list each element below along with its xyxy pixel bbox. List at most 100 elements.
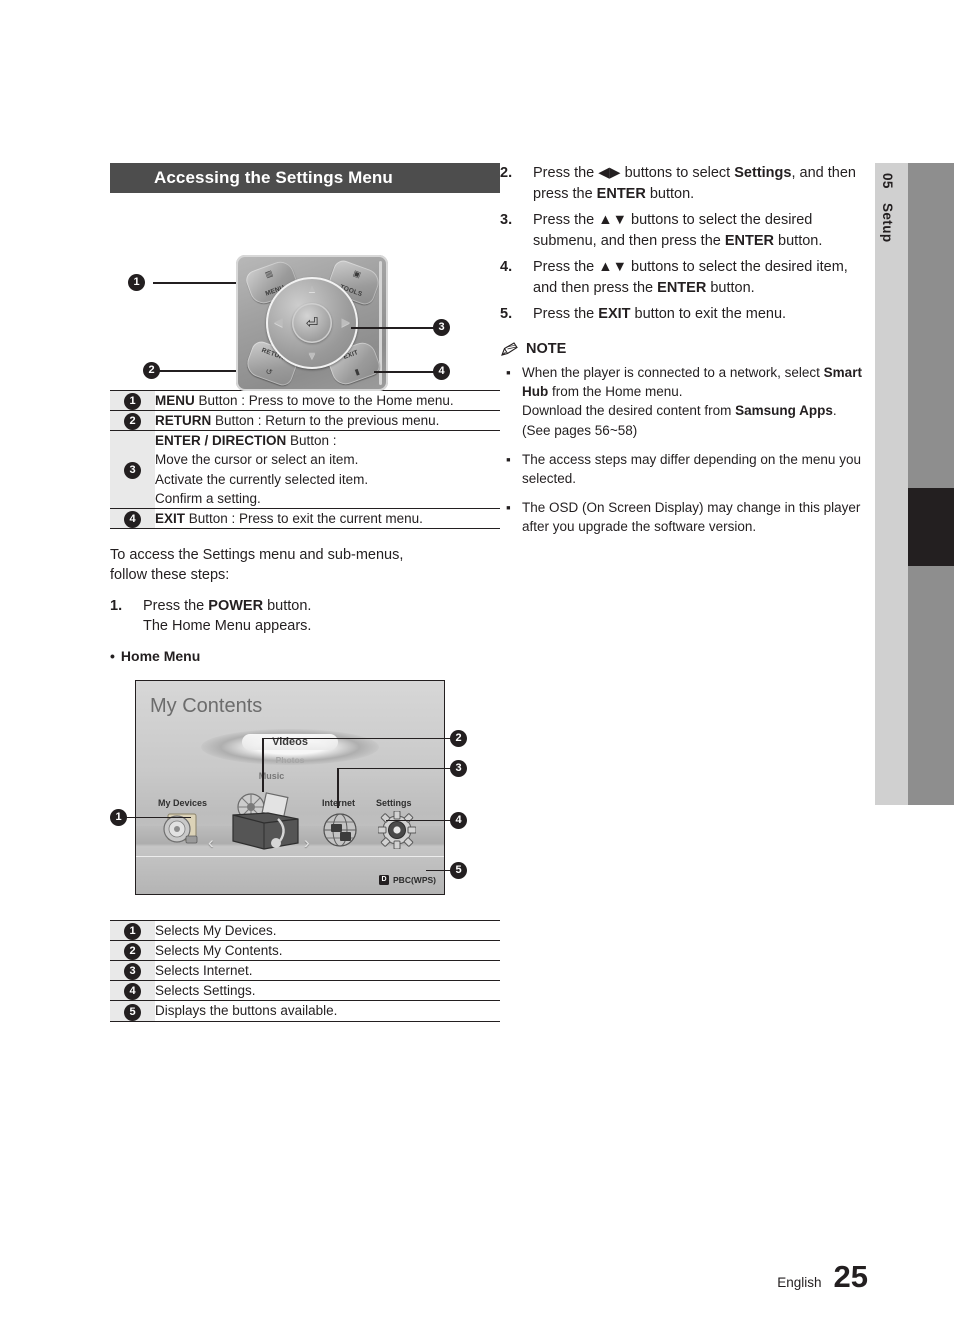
leader-line-3 bbox=[351, 327, 442, 329]
pbc-wps-hint: D PBC(WPS) bbox=[379, 874, 436, 885]
step-number: 5. bbox=[500, 306, 513, 323]
hm-leader-3-h bbox=[337, 767, 452, 770]
hm-leader-2-h bbox=[262, 737, 452, 740]
chapter-number: 05 bbox=[880, 173, 895, 189]
body-text: The access steps may differ depending on… bbox=[522, 451, 861, 486]
step-number: 4. bbox=[500, 259, 513, 276]
note-text: The OSD (On Screen Display) may change i… bbox=[522, 498, 870, 536]
left-column: Accessing the Settings Menu ▥ MENU ▣ TOO… bbox=[110, 163, 500, 1022]
step-item: 4. Press the ▲▼ buttons to select the des… bbox=[500, 257, 870, 298]
body-text: button. bbox=[774, 232, 823, 249]
step-text: Press the ▲▼ buttons to select the desir… bbox=[533, 257, 870, 298]
row-desc: Button : Press to move to the Home menu. bbox=[194, 393, 454, 408]
chevron-left-icon[interactable]: ‹ bbox=[208, 833, 214, 853]
home-item-label-internet: Internet bbox=[322, 797, 356, 808]
chapter-name: Setup bbox=[880, 203, 895, 243]
row-text-cell: Selects Settings. bbox=[155, 980, 500, 1001]
pencil-icon bbox=[501, 341, 518, 356]
contents-box-icon[interactable] bbox=[228, 789, 304, 851]
step-1-number: 1. bbox=[110, 597, 123, 614]
chapter-tab-marker bbox=[908, 488, 954, 566]
arrow-right-icon[interactable]: ▶ bbox=[342, 317, 350, 329]
remote-dpad[interactable]: ▲ ▼ ◀ ▶ ⏎ bbox=[266, 277, 358, 369]
d-key-icon: D bbox=[379, 874, 390, 885]
row-text-cell: MENU Button : Press to move to the Home … bbox=[155, 389, 500, 411]
callout-1: 1 bbox=[124, 922, 141, 940]
globe-icon[interactable] bbox=[322, 812, 358, 848]
body-text: Press the bbox=[533, 212, 599, 229]
home-item-label-settings: Settings bbox=[376, 797, 412, 808]
row-term: MENU bbox=[155, 393, 195, 408]
hm-callout-2: 2 bbox=[450, 729, 467, 747]
arrow-up-icon[interactable]: ▲ bbox=[307, 284, 318, 295]
shelf-edge bbox=[136, 855, 444, 858]
body-text: (See pages 56~58) bbox=[522, 422, 638, 438]
chapter-tab-dark bbox=[908, 163, 954, 805]
table-row: 1 Selects My Devices. bbox=[110, 919, 500, 941]
page-footer: English 25 bbox=[777, 1259, 868, 1295]
body-text: ▲▼ bbox=[598, 212, 627, 229]
table-row: 3 ENTER / DIRECTION Button : Move the cu… bbox=[110, 430, 500, 509]
footer-page-number: 25 bbox=[833, 1259, 868, 1294]
remote-enter-button[interactable]: ⏎ bbox=[292, 303, 332, 343]
table-row: 3 Selects Internet. bbox=[110, 960, 500, 981]
row-term: EXIT bbox=[155, 510, 186, 526]
note-text: The access steps may differ depending on… bbox=[522, 450, 870, 488]
intro-paragraph: To access the Settings menu and sub-menu… bbox=[110, 547, 404, 584]
callout-3: 3 bbox=[433, 319, 450, 336]
callout-1: 1 bbox=[128, 274, 145, 291]
remote-control-diagram: ▥ MENU ▣ TOOLS RETURN ↺ EXIT ▮ ▲ ▼ ◀ ▶ ⏎ bbox=[110, 203, 500, 391]
home-menu-bullet: • Home Menu bbox=[110, 648, 500, 664]
callout-3: 3 bbox=[124, 462, 141, 480]
row-extra-2: Activate the currently selected item. bbox=[155, 471, 369, 487]
callout-3: 3 bbox=[124, 963, 141, 981]
row-text-cell: Selects My Devices. bbox=[155, 919, 500, 941]
home-menu-table: 1 Selects My Devices. 2 Selects My Conte… bbox=[110, 919, 500, 1022]
emphasis-text: ENTER bbox=[657, 279, 707, 296]
hm-callout-1: 1 bbox=[110, 808, 127, 826]
row-callout-cell: 4 bbox=[110, 980, 155, 1001]
hm-callout-3: 3 bbox=[450, 759, 467, 777]
gear-icon[interactable] bbox=[378, 810, 416, 849]
row-text-cell: ENTER / DIRECTION Button : Move the curs… bbox=[155, 430, 500, 509]
callout-5: 5 bbox=[124, 1003, 141, 1021]
leader-line-2 bbox=[153, 370, 236, 372]
note-text: When the player is connected to a networ… bbox=[522, 363, 870, 440]
note-item: ▪ The access steps may differ depending o… bbox=[500, 450, 870, 488]
bullet-dot-icon: • bbox=[110, 647, 115, 664]
arrow-down-icon[interactable]: ▼ bbox=[307, 351, 318, 362]
carousel-item-videos[interactable]: Videos bbox=[242, 733, 338, 750]
callout-4: 4 bbox=[433, 363, 450, 380]
carousel-item-photos[interactable]: Photos bbox=[276, 755, 305, 765]
body-text: Press the bbox=[533, 165, 599, 181]
arrow-left-icon[interactable]: ◀ bbox=[274, 317, 282, 329]
chevron-right-icon[interactable]: › bbox=[304, 833, 310, 853]
step-1: 1. Press the POWER button. The Home Menu… bbox=[110, 596, 500, 637]
step-item: 2. Press the ◀▶ buttons to select Setting… bbox=[500, 163, 870, 204]
row-callout-cell: 2 bbox=[110, 939, 155, 961]
chapter-tab-light bbox=[875, 163, 908, 805]
note-label: NOTE bbox=[526, 341, 567, 358]
table-row: 4 Selects Settings. bbox=[110, 980, 500, 1001]
row-desc: Button : Press to exit the current menu. bbox=[185, 510, 423, 526]
row-desc: Button : bbox=[286, 433, 337, 449]
step-number: 2. bbox=[500, 165, 513, 181]
row-desc: Button : Return to the previous menu. bbox=[211, 413, 440, 429]
pbc-label: PBC(WPS) bbox=[393, 874, 436, 885]
emphasis-text: Settings bbox=[734, 165, 792, 181]
section-header: Accessing the Settings Menu bbox=[110, 163, 500, 193]
body-text: Download the desired content from bbox=[522, 403, 736, 419]
step-1-line2: The Home Menu appears. bbox=[143, 618, 312, 635]
hm-leader-4 bbox=[386, 819, 452, 822]
body-text: buttons to select bbox=[620, 165, 735, 181]
table-row: 5 Displays the buttons available. bbox=[110, 1000, 500, 1022]
callout-1: 1 bbox=[124, 393, 141, 411]
row-callout-cell: 5 bbox=[110, 1000, 155, 1022]
row-callout-cell: 4 bbox=[110, 507, 155, 530]
home-menu-screenshot: My Contents Videos Photos Music My Devic… bbox=[110, 672, 500, 902]
note-item: ▪ The OSD (On Screen Display) may change … bbox=[500, 498, 870, 536]
step-1-body: Press the POWER button. The Home Menu ap… bbox=[143, 596, 500, 637]
table-row: 1 MENU Button : Press to move to the Hom… bbox=[110, 389, 500, 411]
hm-leader-3-v bbox=[337, 767, 339, 808]
step-number: 3. bbox=[500, 212, 513, 229]
